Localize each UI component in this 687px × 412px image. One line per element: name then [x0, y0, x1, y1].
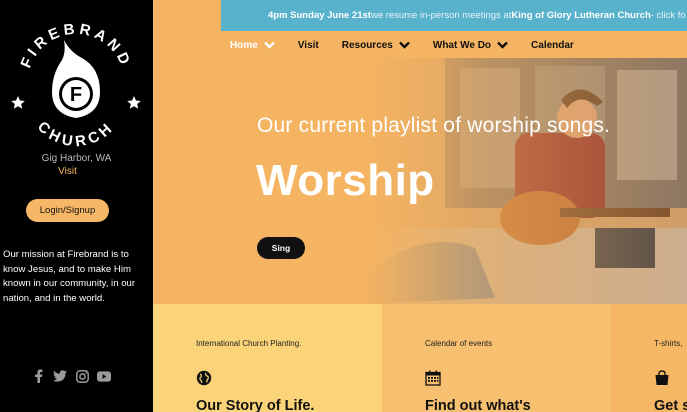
announcement-place: King of Glory Lutheran Church [511, 10, 651, 21]
feature-cards: International Church Planting. Our Story… [153, 304, 687, 412]
card-heading: Get s [654, 398, 687, 412]
card-kicker: Calendar of events [425, 339, 493, 348]
calendar-icon [425, 370, 441, 386]
chevron-down-icon [263, 41, 275, 49]
firebrand-church-logo[interactable]: FIREBRAND CHURCH F [6, 8, 146, 148]
hero-subtitle: Our current playlist of worship songs. [257, 114, 611, 137]
announcement-trail: - click fo [650, 10, 686, 21]
card-kicker: T-shirts, [654, 339, 683, 348]
nav-resources-label: Resources [341, 39, 393, 51]
shopping-bag-icon [655, 370, 669, 385]
main-nav: Home Visit Resources What We Do Calendar [230, 31, 597, 59]
card-church-planting[interactable]: International Church Planting. Our Story… [153, 304, 382, 412]
card-heading: Find out what's [425, 398, 531, 412]
youtube-icon[interactable] [97, 369, 111, 383]
instagram-icon[interactable] [75, 369, 89, 383]
nav-visit-label: Visit [297, 39, 319, 51]
login-signup-button[interactable]: Login/Signup [26, 199, 109, 222]
card-shop[interactable]: T-shirts, Get s [611, 304, 687, 412]
chevron-down-icon [399, 41, 410, 49]
chevron-down-icon [497, 41, 508, 49]
facebook-icon[interactable] [31, 369, 45, 383]
hero-section: Home Visit Resources What We Do Calendar… [153, 0, 687, 304]
star-icon [11, 96, 25, 109]
card-calendar[interactable]: Calendar of events Find out what's [382, 304, 611, 412]
announcement-date: 4pm Sunday June 21st [268, 10, 371, 21]
mission-statement: Our mission at Firebrand is to know Jesu… [3, 249, 136, 304]
nav-calendar-label: Calendar [531, 39, 574, 51]
announcement-text: we resume in-person meetings at [370, 10, 512, 21]
logo-text-bottom: CHURCH [34, 118, 114, 148]
nav-what-we-do[interactable]: What We Do [433, 40, 508, 51]
star-icon [127, 96, 141, 109]
church-location: Gig Harbor, WA [41, 153, 112, 164]
sidebar: FIREBRAND CHURCH F Gig Harbor, WA Visit … [0, 0, 153, 412]
card-heading: Our Story of Life. [196, 398, 315, 412]
logo-letter: F [70, 84, 82, 106]
social-links [31, 369, 111, 383]
nav-home[interactable]: Home [230, 40, 275, 51]
card-kicker: International Church Planting. [196, 339, 302, 348]
hero-title: Worship [256, 156, 435, 205]
sidebar-visit-link[interactable]: Visit [0, 166, 135, 177]
nav-home-label: Home [230, 39, 258, 51]
svg-text:CHURCH: CHURCH [34, 118, 118, 148]
nav-visit[interactable]: Visit [298, 40, 319, 51]
nav-resources[interactable]: Resources [342, 40, 410, 51]
twitter-icon[interactable] [53, 369, 67, 383]
announcement-bar[interactable]: 4pm Sunday June 21st we resume in-person… [221, 0, 687, 31]
globe-icon [196, 370, 212, 386]
nav-calendar[interactable]: Calendar [531, 40, 574, 51]
sing-button[interactable]: Sing [257, 237, 305, 259]
nav-what-we-do-label: What We Do [432, 39, 492, 51]
